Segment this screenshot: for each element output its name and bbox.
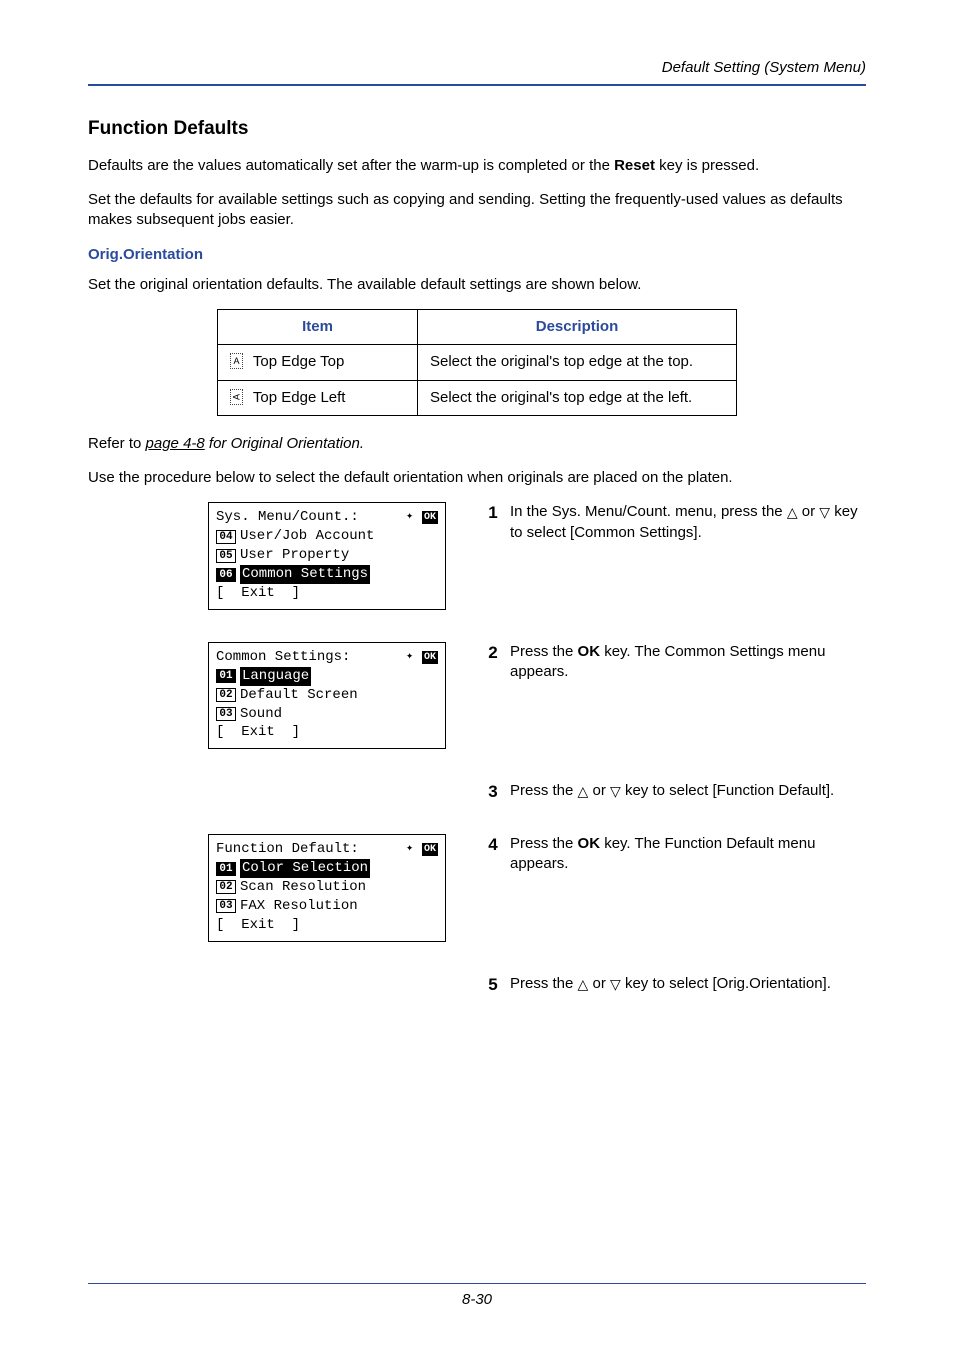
table-row: Top Edge Left Select the original's top … [218, 380, 737, 415]
text: key to select [Function Default]. [621, 782, 834, 799]
table-cell: Select the original's top edge at the le… [418, 380, 737, 415]
list-item: User/Job Account [240, 527, 374, 546]
list-number: 02 [216, 688, 236, 702]
list-item-selected: Color Selection [240, 859, 370, 878]
text: Press the [510, 782, 578, 799]
refer-line: Refer to page 4-8 for Original Orientati… [88, 434, 866, 454]
text: In the Sys. Menu/Count. menu, press the [510, 503, 787, 520]
dpad-icon [406, 843, 418, 855]
list-number: 02 [216, 880, 236, 894]
table-cell: Select the original's top edge at the to… [418, 345, 737, 380]
lcd-title: Common Settings [216, 649, 342, 665]
exit-softkey: [ Exit ] [216, 916, 438, 935]
lcd-screen-function-default: Function Default: OK 01 Color Selection 0… [208, 834, 446, 941]
step-number: 4 [476, 834, 510, 875]
orientation-table: Item Description Top Edge Top Select the… [217, 309, 737, 416]
lcd-title: Sys. Menu/Count. [216, 509, 350, 525]
text: or [798, 503, 820, 520]
text: for Original Orientation. [205, 435, 364, 452]
text: or [588, 975, 610, 992]
list-number: 01 [216, 669, 236, 683]
step-number: 3 [476, 781, 510, 804]
step-text: Press the OK key. The Common Settings me… [510, 642, 866, 683]
step-number: 1 [476, 502, 510, 543]
down-arrow-icon: ▽ [819, 505, 830, 519]
text: key to select [Orig.Orientation]. [621, 975, 831, 992]
intro-paragraph-2: Set the defaults for available settings … [88, 190, 866, 231]
lcd-title-colon: : [350, 841, 358, 857]
lcd-title-colon: : [342, 649, 350, 665]
list-number: 05 [216, 549, 236, 563]
step-text: Press the △ or ▽ key to select [Function… [510, 781, 866, 804]
exit-softkey: [ Exit ] [216, 723, 438, 742]
down-arrow-icon: ▽ [610, 977, 621, 991]
ok-icon: OK [422, 651, 438, 664]
orig-orientation-paragraph: Set the original orientation defaults. T… [88, 275, 866, 295]
list-number: 03 [216, 707, 236, 721]
list-item: FAX Resolution [240, 897, 358, 916]
lcd-title-colon: : [350, 509, 358, 525]
text: or [588, 782, 610, 799]
lcd-title: Function Default [216, 841, 350, 857]
list-number: 01 [216, 862, 236, 876]
up-arrow-icon: △ [578, 977, 589, 991]
exit-softkey: [ Exit ] [216, 584, 438, 603]
text: key is pressed. [655, 157, 759, 174]
reset-key-label: Reset [614, 157, 655, 174]
text: Press the [510, 835, 578, 852]
list-item-selected: Language [240, 667, 311, 686]
ok-icon: OK [422, 843, 438, 856]
up-arrow-icon: △ [787, 505, 798, 519]
list-number: 04 [216, 530, 236, 544]
text: Refer to [88, 435, 146, 452]
list-item: User Property [240, 546, 349, 565]
page-link[interactable]: page 4-8 [146, 435, 205, 452]
procedure-intro: Use the procedure below to select the de… [88, 468, 866, 488]
step-number: 5 [476, 974, 510, 997]
header-rule [88, 84, 866, 86]
list-number: 03 [216, 899, 236, 913]
list-item-selected: Common Settings [240, 565, 370, 584]
ok-key-label: OK [578, 835, 601, 852]
text: Defaults are the values automatically se… [88, 157, 614, 174]
ok-icon: OK [422, 511, 438, 524]
top-edge-left-icon [230, 389, 243, 405]
ok-key-label: OK [578, 643, 601, 660]
section-title: Function Defaults [88, 116, 866, 142]
table-cell: Top Edge Left [253, 389, 346, 406]
lcd-screen-sys-menu: Sys. Menu/Count.: OK 04User/Job Account … [208, 502, 446, 609]
table-row: Top Edge Top Select the original's top e… [218, 345, 737, 380]
lcd-screen-common-settings: Common Settings: OK 01 Language 02 Default… [208, 642, 446, 749]
page-footer: 8-30 [0, 1283, 954, 1310]
intro-paragraph-1: Defaults are the values automatically se… [88, 156, 866, 176]
down-arrow-icon: ▽ [610, 784, 621, 798]
table-header-item: Item [218, 310, 418, 345]
top-edge-top-icon [230, 353, 243, 369]
subheading-orig-orientation: Orig.Orientation [88, 245, 866, 265]
running-header: Default Setting (System Menu) [88, 58, 866, 78]
step-text: Press the OK key. The Function Default m… [510, 834, 866, 875]
list-item: Default Screen [240, 686, 358, 705]
table-cell: Top Edge Top [253, 353, 344, 370]
step-number: 2 [476, 642, 510, 683]
dpad-icon [406, 511, 418, 523]
list-item: Scan Resolution [240, 878, 366, 897]
list-item: Sound [240, 705, 282, 724]
step-text: Press the △ or ▽ key to select [Orig.Ori… [510, 974, 866, 997]
step-text: In the Sys. Menu/Count. menu, press the … [510, 502, 866, 543]
dpad-icon [406, 651, 418, 663]
table-header-description: Description [418, 310, 737, 345]
text: Press the [510, 975, 578, 992]
page-number: 8-30 [462, 1291, 492, 1308]
up-arrow-icon: △ [578, 784, 589, 798]
text: Press the [510, 643, 578, 660]
list-number: 06 [216, 568, 236, 582]
